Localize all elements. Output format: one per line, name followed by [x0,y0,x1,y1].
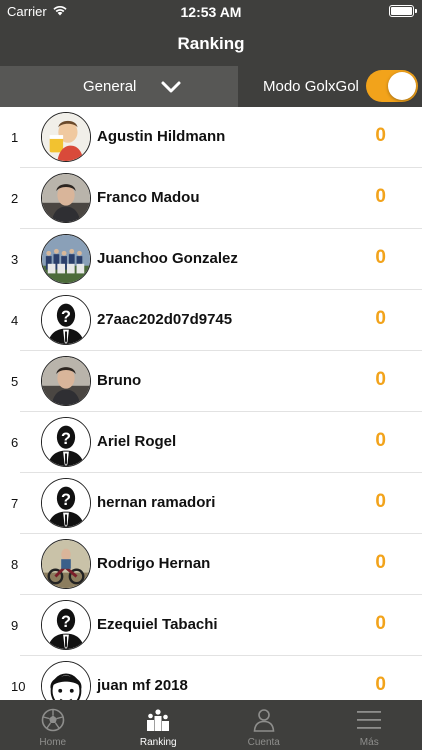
ranking-row[interactable]: 8 Rodrigo Hernan 0 [0,534,422,595]
avatar [41,661,91,700]
battery-icon [389,5,417,17]
player-points: 0 [375,613,386,634]
player-name: Ariel Rogel [97,433,177,450]
avatar: ? [41,295,91,345]
ranking-row[interactable]: 7? hernan ramadori 0 [0,473,422,534]
toggle-knob [388,72,416,100]
rank-number: 3 [11,252,19,267]
player-name: juan mf 2018 [97,677,188,694]
filter-selected-label: General [83,78,137,95]
player-name: 27aac202d07d9745 [97,311,233,328]
podium-icon [145,707,171,733]
mode-golxgol-toggle[interactable] [366,70,418,102]
ranking-row[interactable]: 6? Ariel Rogel 0 [0,412,422,473]
rank-number: 5 [11,374,19,389]
avatar: ? [41,600,91,650]
player-points: 0 [375,247,386,268]
player-name: Agustin Hildmann [97,128,226,145]
clock: 12:53 AM [180,4,242,20]
tab-label: Home [39,737,67,748]
svg-text:?: ? [61,491,71,509]
ranking-filter-dropdown[interactable]: General [0,66,238,107]
tab-cuenta[interactable]: Cuenta [211,700,317,750]
ranking-row[interactable]: 5 Bruno 0 [0,351,422,412]
rank-number: 2 [11,191,19,206]
player-name: Juanchoo Gonzalez [97,250,238,267]
avatar [41,356,91,406]
tab-label: Ranking [139,737,177,748]
rank-number: 4 [11,313,19,328]
avatar [41,234,91,284]
avatar: ? [41,478,91,528]
player-points: 0 [375,552,386,573]
svg-text:?: ? [61,613,71,631]
tab-label: Más [359,737,379,748]
player-name: hernan ramadori [97,494,216,511]
ranking-list[interactable]: 1 Agustin Hildmann 0 2 Franco Madou 0 3 Juancho… [0,107,422,700]
tab-ranking[interactable]: Ranking [106,700,212,750]
avatar [41,173,91,223]
filter-bar: General Modo GolxGol [0,66,422,107]
rank-number: 8 [11,557,19,572]
tab-bar: Home Ranking Cuenta Más [0,700,422,750]
player-points: 0 [375,430,386,451]
tab-ms[interactable]: Más [317,700,422,750]
soccer-ball-icon [40,707,66,733]
ranking-row[interactable]: 3 Juanchoo Gonzalez 0 [0,229,422,290]
player-points: 0 [375,308,386,329]
user-icon [251,707,277,733]
player-points: 0 [375,674,386,695]
avatar [41,539,91,589]
player-points: 0 [375,125,386,146]
player-name: Ezequiel Tabachi [97,616,218,633]
navigation-bar: Carrier 12:53 AM Ranking [0,0,422,66]
app-screen: Carrier 12:53 AM Ranking General Modo Go… [0,0,422,750]
player-points: 0 [375,491,386,512]
svg-text:?: ? [61,308,71,326]
ranking-row[interactable]: 1 Agustin Hildmann 0 [0,107,422,168]
tab-label: Cuenta [247,737,280,748]
player-points: 0 [375,186,386,207]
player-name: Franco Madou [97,189,200,206]
ranking-row[interactable]: 9? Ezequiel Tabachi 0 [0,595,422,656]
ranking-row[interactable]: 10 juan mf 2018 0 [0,656,422,700]
rank-number: 6 [11,435,19,450]
status-bar: Carrier 12:53 AM [0,0,422,22]
player-points: 0 [375,369,386,390]
rank-number: 1 [11,130,19,145]
rank-number: 9 [11,618,19,633]
player-name: Rodrigo Hernan [97,555,211,572]
page-title: Ranking [177,34,245,53]
ranking-row[interactable]: 2 Franco Madou 0 [0,168,422,229]
rank-number: 7 [11,496,19,511]
avatar: ? [41,417,91,467]
mode-label: Modo GolxGol [263,78,359,95]
tab-home[interactable]: Home [0,700,106,750]
avatar [41,112,91,162]
chevron-down-icon [161,81,181,93]
player-name: Bruno [97,372,142,389]
ranking-row[interactable]: 4? 27aac202d07d9745 0 [0,290,422,351]
menu-icon [356,707,382,733]
rank-number: 10 [11,679,26,694]
svg-text:?: ? [61,430,71,448]
mode-golxgol: Modo GolxGol [238,66,422,107]
